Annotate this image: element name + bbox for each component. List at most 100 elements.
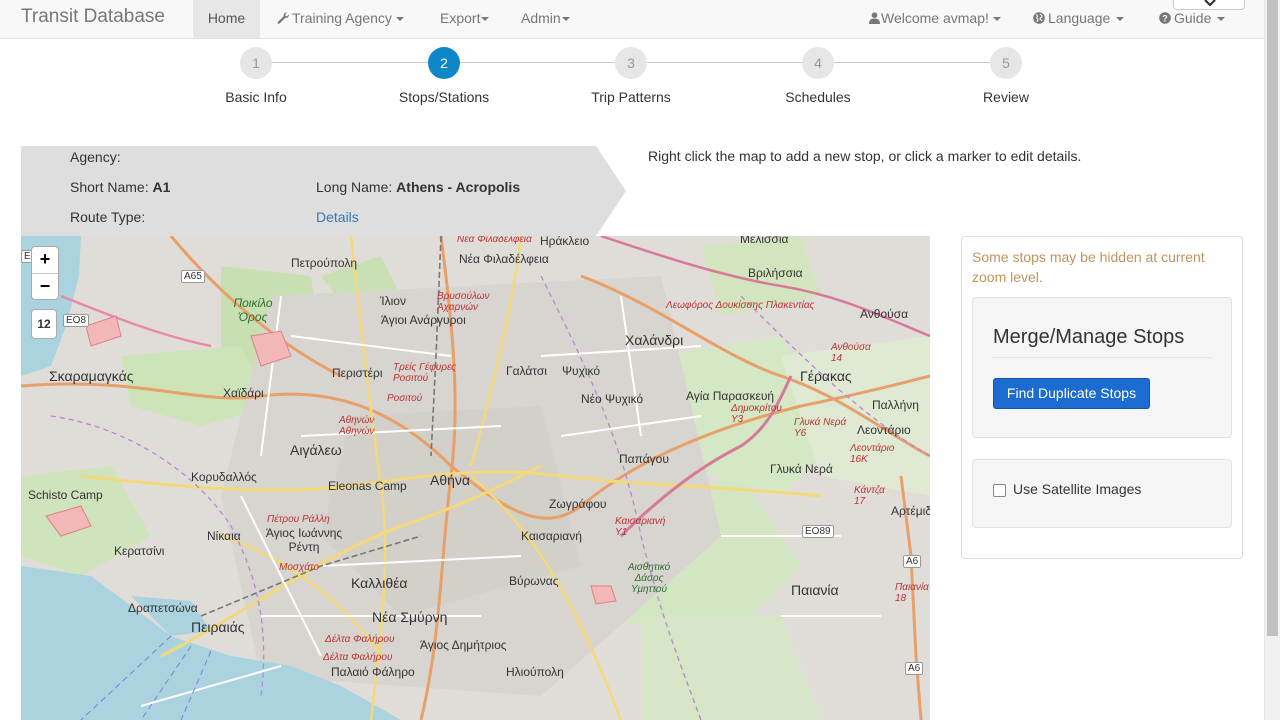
divider xyxy=(993,357,1212,358)
wizard-step-schedules[interactable]: 4 Schedules xyxy=(758,47,878,105)
map-label: Eleonas Camp xyxy=(328,479,407,493)
zoom-out-button[interactable]: − xyxy=(32,273,58,299)
step-number: 1 xyxy=(240,47,272,79)
nav-training-agency-label: Training Agency xyxy=(292,10,392,26)
nav-user-label: Welcome avmap! xyxy=(881,10,989,26)
map-canvas[interactable]: Νέα Φιλαδέλφεια Ηράκλειο Μελίσσια Νέα Φι… xyxy=(21,236,930,720)
map-label: Κερατσίνι xyxy=(114,544,165,558)
collapse-toggle[interactable] xyxy=(1173,0,1245,10)
nav-admin[interactable]: Admin xyxy=(521,0,570,38)
satellite-checkbox[interactable] xyxy=(993,484,1006,497)
wizard-step-basic-info[interactable]: 1 Basic Info xyxy=(196,47,316,105)
zoom-level-indicator: 12 xyxy=(31,309,57,339)
globe-icon xyxy=(1033,1,1045,37)
long-name-label: Long Name: xyxy=(316,179,393,195)
chevron-down-icon xyxy=(1204,0,1216,7)
step-number: 4 xyxy=(802,47,834,79)
stops-side-panel: Some stops may be hidden at current zoom… xyxy=(961,236,1243,559)
nav-user-menu[interactable]: Welcome avmap! xyxy=(869,0,1001,38)
step-label: Schedules xyxy=(785,89,851,105)
wizard-step-stops-stations[interactable]: 2 Stops/Stations xyxy=(384,47,504,105)
hidden-stops-warning: Some stops may be hidden at current zoom… xyxy=(972,249,1205,285)
caret-down-icon xyxy=(1116,17,1125,22)
map-label: Ίλιον xyxy=(380,294,406,308)
page-scrollbar[interactable] xyxy=(1264,0,1280,720)
long-name-row: Long Name: Athens - Acropolis xyxy=(316,179,520,195)
map-label: Ανθούσα xyxy=(860,307,909,321)
map-label: Αιγάλεω xyxy=(290,442,342,458)
map-label: Περιστέρι xyxy=(332,366,383,380)
nav-home[interactable]: Home xyxy=(193,0,260,38)
map-label: Δραπετσώνα xyxy=(128,601,198,615)
caret-down-icon xyxy=(481,17,490,22)
map-label: Πετρούπολη xyxy=(291,256,358,270)
nav-admin-label: Admin xyxy=(521,10,561,26)
top-navbar: Transit Database Home Training Agency Ex… xyxy=(0,0,1264,39)
user-icon xyxy=(869,1,880,37)
details-link[interactable]: Details xyxy=(316,209,359,225)
map-label: Κάντζα 17 xyxy=(854,485,885,507)
map-label: Ψυχικό xyxy=(562,364,601,378)
road-shield: A6 xyxy=(905,662,924,675)
map-label: Λεοντάριο xyxy=(857,423,911,437)
step-label: Stops/Stations xyxy=(398,89,490,105)
map-label: Τρείς Γέφυρες Ροσιτού xyxy=(393,362,456,384)
short-name-row: Short Name: A1 xyxy=(70,179,170,195)
merge-manage-box: Merge/Manage Stops Find Duplicate Stops xyxy=(972,297,1232,438)
map-label: Νέο Ψυχικό xyxy=(581,392,644,406)
nav-language[interactable]: Language xyxy=(1033,0,1125,38)
map-label: Κορυδαλλός xyxy=(191,470,257,484)
map-label: Γλυκά Νερά xyxy=(770,462,833,476)
map-label: Schisto Camp xyxy=(28,488,103,502)
road-shield: ΕΟ89 xyxy=(802,525,834,538)
question-circle-icon: ? xyxy=(1159,1,1171,37)
map-label: Άγιος Ιωάννης Ρέντη xyxy=(265,526,343,554)
nav-export[interactable]: Export xyxy=(440,0,490,38)
map-label: Παιανία 18 xyxy=(895,582,929,604)
map-label: Αρτέμιδα xyxy=(891,504,930,518)
map-label: Σκαραμαγκάς xyxy=(49,368,134,384)
map-label: Χαϊδάρι xyxy=(223,386,264,400)
nav-language-label: Language xyxy=(1048,10,1111,26)
map-label: Ζωγράφου xyxy=(549,497,607,511)
road-shield: A6 xyxy=(903,555,922,568)
zoom-control: + − xyxy=(31,246,59,300)
short-name-label: Short Name: xyxy=(70,179,149,195)
nav-export-label: Export xyxy=(440,10,481,26)
nav-training-agency[interactable]: Training Agency xyxy=(277,0,404,38)
map-label: Παλλήνη xyxy=(872,398,919,412)
map-label: Παπάγου xyxy=(619,452,669,466)
map-label: Αγία Παρασκευή xyxy=(686,389,775,403)
map-label: Παλαιό Φάληρο xyxy=(331,665,415,679)
map-label: Γαλάτσι xyxy=(506,364,547,378)
map-label: Νέα Φιλαδέλφεια xyxy=(459,252,549,266)
map-label: Μοσχάτο xyxy=(279,562,320,573)
map-label: Βρυσούλων Αχαρνών xyxy=(437,291,490,313)
map-label: Βύρωνας xyxy=(509,574,559,588)
map-label: Ροσιτού xyxy=(387,393,423,404)
zoom-in-button[interactable]: + xyxy=(32,247,58,273)
map-label: Γέρακας xyxy=(800,368,852,384)
caret-down-icon xyxy=(992,17,1001,22)
map-label: Νέα Σμύρνη xyxy=(372,609,448,625)
map-label: Άγιος Δημήτριος xyxy=(420,638,507,652)
map-label: Γλυκά Νερά Υ6 xyxy=(794,417,847,439)
satellite-label[interactable]: Use Satellite Images xyxy=(1013,481,1141,497)
map-label: Δέλτα Φαλήρου xyxy=(323,652,393,663)
map-label: Ανθούσα 14 xyxy=(831,342,871,364)
agency-label: Agency: xyxy=(70,149,121,165)
brand-title[interactable]: Transit Database xyxy=(21,6,165,28)
short-name-value: A1 xyxy=(152,179,171,195)
wizard-step-review[interactable]: 5 Review xyxy=(946,47,1066,105)
map-label: Νίκαια xyxy=(207,529,241,543)
map-label: Ποικίλο Όρος xyxy=(233,296,273,324)
long-name-value: Athens - Acropolis xyxy=(396,179,521,195)
wizard-step-trip-patterns[interactable]: 3 Trip Patterns xyxy=(571,47,691,105)
scrollbar-thumb[interactable] xyxy=(1267,0,1278,636)
map-label: Χαλάνδρι xyxy=(625,332,684,348)
step-label: Basic Info xyxy=(225,89,287,105)
map-label: Καισαριανή xyxy=(521,529,582,543)
step-number: 5 xyxy=(990,47,1022,79)
map-label: Ηράκλειο xyxy=(540,236,590,248)
find-duplicate-stops-button[interactable]: Find Duplicate Stops xyxy=(993,378,1150,409)
